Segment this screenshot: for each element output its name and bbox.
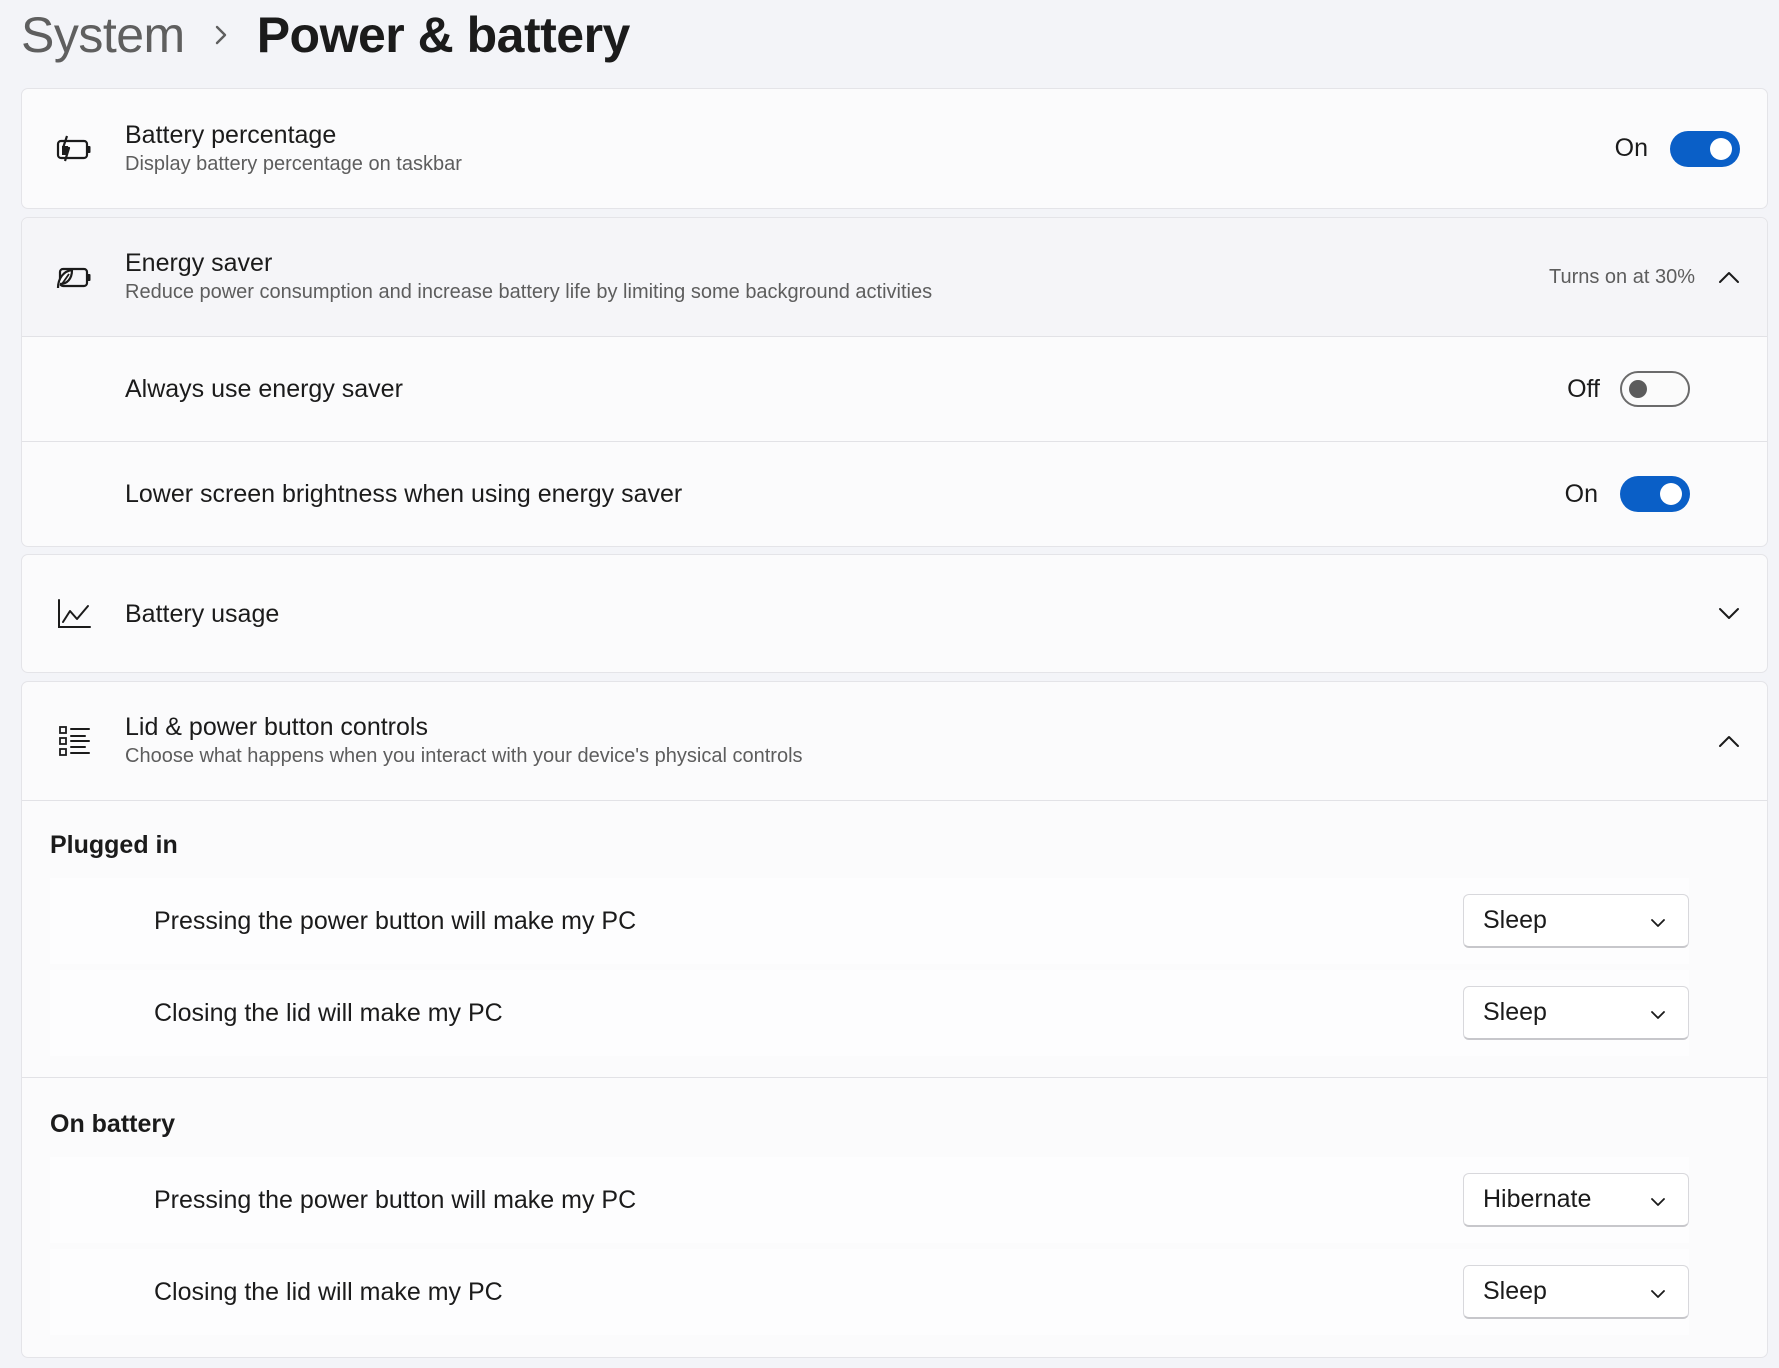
energy-saver-title: Energy saver [125, 249, 273, 277]
line-chart-icon [22, 598, 125, 630]
breadcrumb: System Power & battery [21, 0, 1768, 70]
list-icon [22, 724, 125, 758]
toggle-knob [1660, 483, 1682, 505]
chevron-down-icon [1650, 1185, 1666, 1214]
lid-power-subtitle: Choose what happens when you interact wi… [125, 745, 803, 767]
settings-page: System Power & battery Battery percentag… [0, 0, 1779, 1368]
divider [22, 1077, 1767, 1078]
lower-brightness-state: On [1564, 479, 1598, 508]
lid-power-header[interactable]: Lid & power button controls Choose what … [22, 682, 1767, 800]
plugged-in-lid-label: Closing the lid will make my PC [154, 999, 503, 1027]
divider [22, 800, 1767, 801]
always-use-energy-saver-row: Always use energy saver Off [22, 337, 1767, 441]
lower-brightness-row: Lower screen brightness when using energ… [22, 442, 1767, 546]
battery-percentage-toggle[interactable] [1670, 130, 1740, 167]
battery-percentage-title: Battery percentage [125, 120, 337, 149]
on-battery-heading: On battery [50, 1110, 176, 1138]
plugged-in-lid-select[interactable]: Sleep [1463, 986, 1689, 1040]
plugged-in-lid-row: Closing the lid will make my PC Sleep [50, 970, 1689, 1056]
on-battery-power-button-select[interactable]: Hibernate [1463, 1173, 1689, 1227]
energy-saver-card: Energy saver Reduce power consumption an… [21, 217, 1768, 547]
battery-percentage-card: Battery percentage Display battery perce… [21, 88, 1768, 209]
chevron-up-icon[interactable] [1709, 721, 1749, 761]
lower-brightness-toggle[interactable] [1620, 476, 1690, 512]
lower-brightness-label: Lower screen brightness when using energ… [125, 480, 683, 508]
always-use-energy-saver-state: Off [1567, 374, 1600, 403]
battery-usage-card[interactable]: Battery usage [21, 554, 1768, 673]
battery-usage-title: Battery usage [125, 599, 280, 628]
chevron-down-icon [1650, 998, 1666, 1027]
chevron-down-icon [1650, 1277, 1666, 1306]
energy-saver-status: Turns on at 30% [1548, 266, 1695, 288]
energy-saver-header[interactable]: Energy saver Reduce power consumption an… [22, 218, 1767, 336]
page-title: Power & battery [256, 7, 631, 63]
plugged-in-power-button-select[interactable]: Sleep [1463, 894, 1689, 948]
chevron-right-icon [185, 24, 257, 46]
lid-power-card: Lid & power button controls Choose what … [21, 681, 1768, 1358]
select-value: Hibernate [1483, 1185, 1592, 1213]
battery-leaf-icon [22, 262, 125, 292]
always-use-energy-saver-label: Always use energy saver [125, 375, 403, 403]
lid-power-title: Lid & power button controls [125, 713, 428, 741]
on-battery-power-button-label: Pressing the power button will make my P… [154, 1186, 637, 1214]
energy-saver-subtitle: Reduce power consumption and increase ba… [125, 281, 933, 303]
chevron-down-icon[interactable] [1709, 594, 1749, 634]
select-value: Sleep [1483, 998, 1547, 1026]
breadcrumb-system-link[interactable]: System [21, 6, 185, 64]
toggle-knob [1710, 137, 1732, 160]
on-battery-lid-row: Closing the lid will make my PC Sleep [50, 1249, 1689, 1335]
battery-percentage-state: On [1614, 134, 1648, 162]
on-battery-lid-label: Closing the lid will make my PC [154, 1278, 503, 1306]
plugged-in-heading: Plugged in [50, 831, 178, 859]
always-use-energy-saver-toggle[interactable] [1620, 371, 1690, 407]
select-value: Sleep [1483, 1277, 1547, 1305]
battery-percentage-subtitle: Display battery percentage on taskbar [125, 152, 462, 175]
battery-charging-icon [22, 134, 125, 164]
chevron-down-icon [1650, 906, 1666, 935]
plugged-in-power-button-row: Pressing the power button will make my P… [50, 878, 1689, 964]
select-value: Sleep [1483, 906, 1547, 934]
plugged-in-power-button-label: Pressing the power button will make my P… [154, 907, 637, 935]
on-battery-power-button-row: Pressing the power button will make my P… [50, 1157, 1689, 1243]
toggle-knob [1629, 380, 1647, 398]
on-battery-lid-select[interactable]: Sleep [1463, 1265, 1689, 1319]
chevron-up-icon[interactable] [1709, 257, 1749, 297]
